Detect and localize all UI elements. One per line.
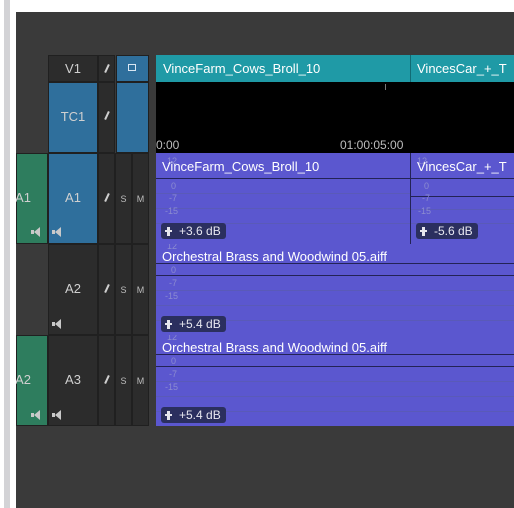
source-patch-label: A1 bbox=[16, 190, 31, 205]
lock-cell-a2[interactable] bbox=[98, 244, 115, 335]
tc1-track-header[interactable]: TC1 bbox=[48, 82, 98, 153]
waveform-line bbox=[156, 305, 514, 306]
v1-track-header[interactable]: V1 bbox=[48, 55, 98, 82]
tc1-lock-cell[interactable] bbox=[98, 82, 115, 153]
audio-clip[interactable]: 12 0 -7 -15 VinceFarm_Cows_Broll_10 +3.6… bbox=[156, 153, 411, 244]
timeline-panel: V1 TC1 VinceFarm_Cows_Broll_10 VincesCar… bbox=[16, 12, 514, 508]
source-patch-a2[interactable]: A2 bbox=[16, 335, 48, 426]
level-scale-mark: 0 bbox=[424, 181, 430, 191]
solo-button-a3[interactable]: S bbox=[115, 335, 132, 426]
level-scale-mark: -15 bbox=[165, 382, 179, 392]
audio-clip-name: Orchestral Brass and Woodwind 05.aiff bbox=[162, 249, 387, 264]
mute-label: M bbox=[136, 376, 145, 386]
level-scale-mark: -7 bbox=[169, 278, 178, 288]
mute-button-a3[interactable]: M bbox=[132, 335, 149, 426]
waveform-line bbox=[156, 290, 514, 291]
clip-gain-value: +5.4 dB bbox=[179, 317, 221, 331]
keyframe-pin-icon bbox=[165, 411, 172, 420]
solo-button-a2[interactable]: S bbox=[115, 244, 132, 335]
lock-cell-a1[interactable] bbox=[98, 153, 115, 244]
audio-clip[interactable]: 12 0 -7 -15 Orchestral Brass and Woodwin… bbox=[156, 335, 514, 426]
speaker-icon bbox=[52, 227, 62, 237]
monitor-icon bbox=[128, 64, 136, 71]
timecode-ruler[interactable]: 0:00 01:00:05:00 bbox=[156, 82, 514, 153]
level-scale-mark: 0 bbox=[171, 181, 177, 191]
clip-gain-value: +3.6 dB bbox=[179, 224, 221, 238]
audio-clip[interactable]: 12 0 -7 -15 VincesCar_+_T -5.6 dB bbox=[411, 153, 514, 244]
video-clip[interactable]: VinceFarm_Cows_Broll_10 bbox=[156, 55, 411, 82]
pencil-icon bbox=[104, 110, 110, 121]
level-scale-mark: -7 bbox=[422, 193, 431, 203]
speaker-icon bbox=[31, 227, 41, 237]
speaker-icon bbox=[52, 410, 62, 420]
clip-gain-readout[interactable]: +5.4 dB bbox=[161, 407, 226, 423]
record-track-label: A2 bbox=[65, 281, 81, 296]
waveform-line bbox=[156, 381, 514, 382]
track-header-a2[interactable]: A2 bbox=[48, 244, 98, 335]
audio-clip[interactable]: 12 0 -7 -15 Orchestral Brass and Woodwin… bbox=[156, 244, 514, 335]
keyframe-pin-icon bbox=[165, 320, 172, 329]
pencil-icon bbox=[104, 192, 110, 203]
source-patch-label: A2 bbox=[16, 372, 31, 387]
solo-label: S bbox=[120, 194, 127, 204]
mute-label: M bbox=[136, 285, 145, 295]
clip-title-bar-divider bbox=[156, 366, 514, 367]
clip-gain-readout[interactable]: +3.6 dB bbox=[161, 223, 226, 239]
level-scale-mark: -7 bbox=[169, 193, 178, 203]
speaker-icon bbox=[31, 410, 41, 420]
v1-lock-cell[interactable] bbox=[98, 55, 115, 82]
lock-cell-a3[interactable] bbox=[98, 335, 115, 426]
solo-button-a1[interactable]: S bbox=[115, 153, 132, 244]
level-scale-mark: -15 bbox=[418, 206, 432, 216]
mute-label: M bbox=[136, 194, 145, 204]
clip-title-bar-divider bbox=[156, 178, 410, 179]
waveform-line bbox=[156, 208, 410, 209]
speaker-icon bbox=[52, 319, 62, 329]
solo-label: S bbox=[120, 285, 127, 295]
record-track-label: A3 bbox=[65, 372, 81, 387]
source-patch-a1[interactable]: A1 bbox=[16, 153, 48, 244]
clip-title-bar-divider bbox=[411, 178, 514, 179]
track-header-a1[interactable]: A1 bbox=[48, 153, 98, 244]
mute-button-a1[interactable]: M bbox=[132, 153, 149, 244]
track-header-a3[interactable]: A3 bbox=[48, 335, 98, 426]
clip-gain-value: -5.6 dB bbox=[434, 224, 473, 238]
ruler-tick bbox=[385, 84, 386, 90]
audio-clip-name: Orchestral Brass and Woodwind 05.aiff bbox=[162, 340, 387, 355]
video-clip-name: VincesCar_+_T bbox=[417, 61, 507, 76]
window-frame-edge bbox=[4, 0, 10, 508]
waveform-line bbox=[156, 396, 514, 397]
ruler-start-timecode: 0:00 bbox=[156, 138, 180, 152]
keyframe-pin-icon bbox=[420, 227, 427, 236]
video-clip-name: VinceFarm_Cows_Broll_10 bbox=[163, 61, 321, 76]
video-clip[interactable]: VincesCar_+_T bbox=[411, 55, 514, 82]
keyframe-pin-icon bbox=[165, 227, 172, 236]
level-scale-mark: -15 bbox=[165, 206, 179, 216]
clip-gain-readout[interactable]: +5.4 dB bbox=[161, 316, 226, 332]
record-track-label: A1 bbox=[65, 190, 81, 205]
v1-track-label: V1 bbox=[65, 61, 81, 76]
waveform-line bbox=[156, 193, 410, 194]
level-scale-mark: -7 bbox=[169, 369, 178, 379]
mute-button-a2[interactable]: M bbox=[132, 244, 149, 335]
pencil-icon bbox=[104, 63, 110, 74]
ruler-mark-timecode: 01:00:05:00 bbox=[340, 138, 404, 152]
clip-gain-value: +5.4 dB bbox=[179, 408, 221, 422]
audio-clip-name: VincesCar_+_T bbox=[417, 159, 507, 174]
pencil-icon bbox=[104, 374, 110, 385]
solo-label: S bbox=[120, 376, 127, 386]
tc1-track-label: TC1 bbox=[60, 109, 86, 124]
clip-title-bar-divider bbox=[156, 275, 514, 276]
level-scale-mark: 0 bbox=[171, 265, 177, 275]
level-scale-mark: 0 bbox=[171, 356, 177, 366]
level-scale-mark: -15 bbox=[165, 291, 179, 301]
clip-gain-readout[interactable]: -5.6 dB bbox=[416, 223, 478, 239]
v1-monitor-toggle[interactable] bbox=[116, 55, 149, 82]
pencil-icon bbox=[104, 283, 110, 294]
audio-clip-name: VinceFarm_Cows_Broll_10 bbox=[162, 159, 320, 174]
tc1-monitor-cell[interactable] bbox=[116, 82, 149, 153]
